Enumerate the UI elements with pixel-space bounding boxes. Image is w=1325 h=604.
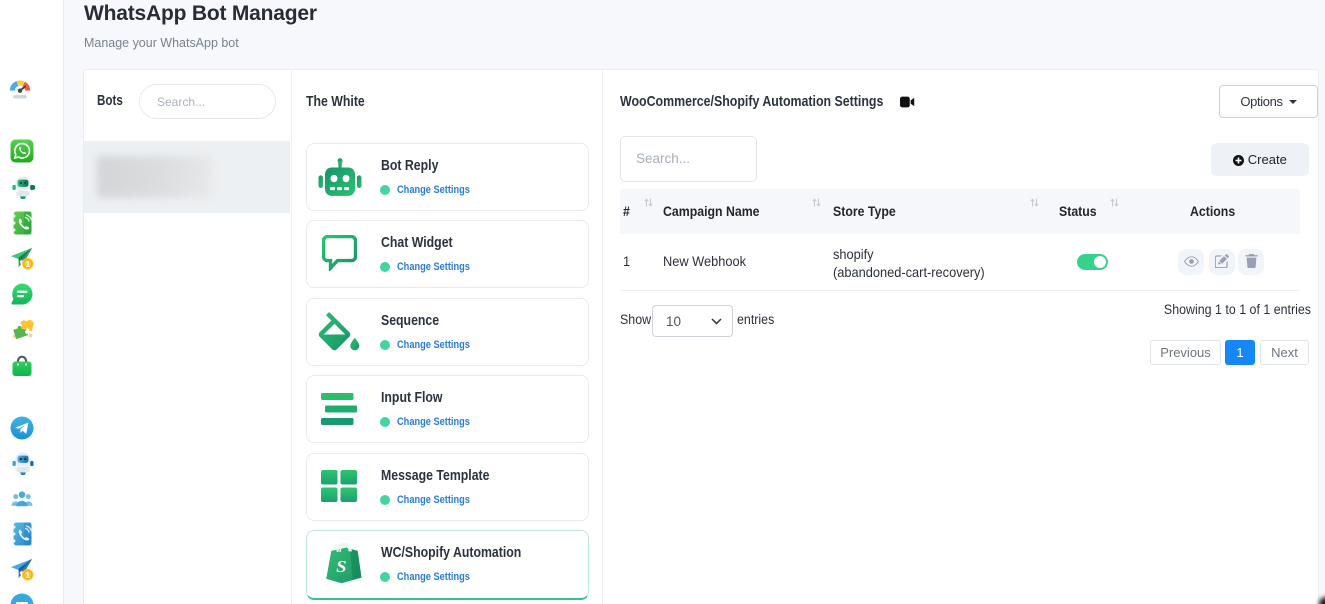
svg-text:1: 1 (25, 570, 30, 580)
svg-text:1: 1 (25, 259, 30, 269)
svg-text:S: S (336, 557, 347, 576)
